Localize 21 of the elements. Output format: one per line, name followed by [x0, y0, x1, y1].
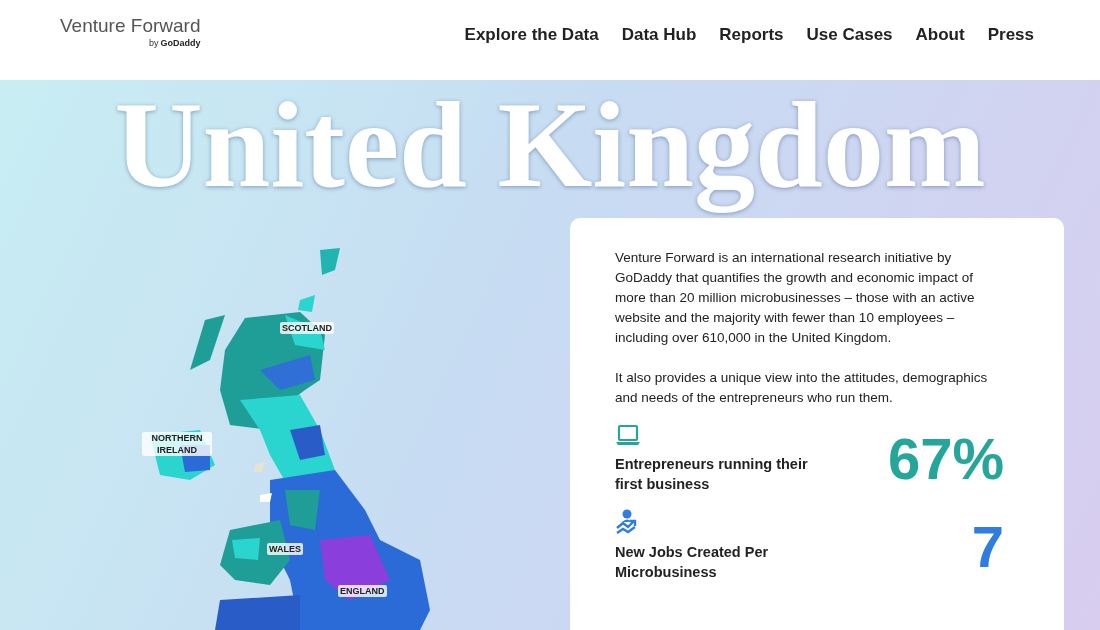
nav-link[interactable]: Use Cases [806, 22, 893, 48]
stat-value: 67% [887, 430, 1004, 488]
nav-link[interactable]: Reports [719, 22, 784, 48]
stat-label: New Jobs Created Per Microbusiness [615, 543, 770, 582]
nav-link[interactable]: About [915, 22, 965, 48]
map-region-label: WALES [267, 543, 303, 555]
nav-link[interactable]: Press [987, 22, 1034, 48]
laptop-icon [615, 424, 641, 446]
logo-byline: by [148, 36, 159, 50]
stat-value: 7 [971, 518, 1004, 576]
map-region-label: NORTHERN IRELAND [142, 432, 212, 456]
intro-paragraph: Venture Forward is an international research initiative by GoDaddy that quantifies the growth and economic impact of more than 20 million microbusinesses – those with an active website and the majority with fewer than 10 employees – including over 610,000 in the United Kingdom. [615, 249, 976, 347]
map-region-label: ENGLAND [338, 585, 387, 597]
intro-paragraph: It also provides a unique view into the attitudes, demographics and needs of the entrepreneurs who run them. [615, 369, 989, 407]
stat-label: Entrepreneurs running their first business [615, 455, 809, 494]
map-region-label: SCOTLAND [280, 322, 334, 334]
nav-link[interactable]: Data Hub [621, 22, 697, 48]
brand-logo: GoDaddy [160, 36, 201, 50]
logo-wordmark[interactable]: Venture Forward [60, 14, 201, 38]
hero-title: United Kingdom [113, 80, 987, 215]
nav-link[interactable]: Explore the Data [464, 22, 599, 48]
